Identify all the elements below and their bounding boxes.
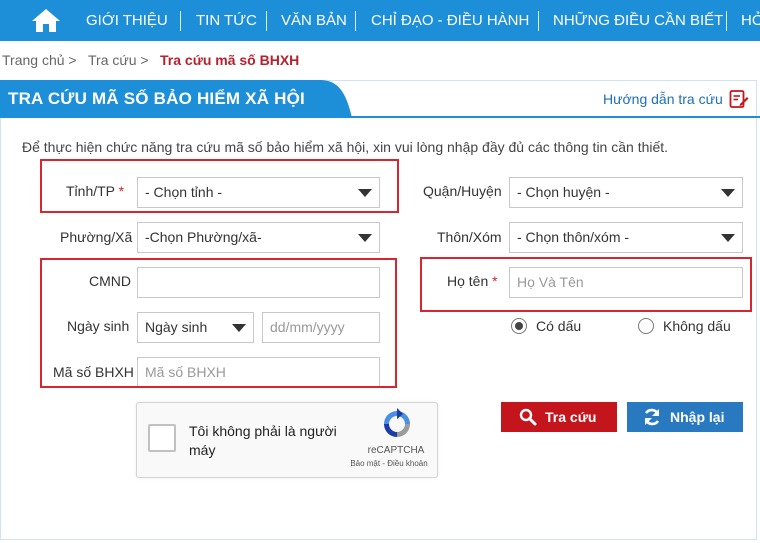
nav-item-directives[interactable]: CHỈ ĐẠO - ĐIỀU HÀNH xyxy=(371,0,529,41)
reset-button-label: Nhập lại xyxy=(670,409,725,425)
home-icon[interactable] xyxy=(30,7,62,34)
chevron-down-icon xyxy=(721,234,735,242)
accent-radio[interactable] xyxy=(511,318,527,334)
nav-separator xyxy=(355,11,356,31)
chevron-down-icon xyxy=(721,189,735,197)
village-select-value: - Chọn thôn/xóm - xyxy=(517,229,630,245)
village-select[interactable]: - Chọn thôn/xóm - xyxy=(509,222,743,253)
breadcrumb-lookup[interactable]: Tra cứu > xyxy=(88,52,149,68)
guide-link[interactable]: Hướng dẫn tra cứu xyxy=(603,91,723,107)
panel-title: TRA CỨU MÃ SỐ BẢO HIỂM XÃ HỘI xyxy=(8,89,305,108)
recaptcha-text: Tôi không phải là người máy xyxy=(189,423,337,458)
radio-selected-dot xyxy=(515,322,523,330)
recaptcha-brand: reCAPTCHA xyxy=(367,445,425,456)
highlight-box-province xyxy=(40,159,399,213)
recaptcha-terms[interactable]: Bảo mật - Điều khoản xyxy=(344,459,434,468)
nav-item-about[interactable]: GIỚI THIỆU xyxy=(86,0,168,41)
ward-select[interactable]: -Chọn Phường/xã- xyxy=(137,222,380,253)
nav-item-need-to-know[interactable]: NHỮNG ĐIỀU CẦN BIẾT xyxy=(553,0,723,41)
highlight-box-full-name xyxy=(420,257,752,312)
recaptcha-logo-icon xyxy=(384,408,410,437)
no-accent-option-label[interactable]: Không dấu xyxy=(663,318,731,334)
village-label: Thôn/Xóm xyxy=(437,229,502,245)
nav-separator xyxy=(266,11,267,31)
nav-separator xyxy=(180,11,181,31)
search-button-label: Tra cứu xyxy=(545,409,597,425)
district-label: Quận/Huyện xyxy=(423,183,502,199)
nav-separator xyxy=(726,11,727,31)
breadcrumb-home[interactable]: Trang chủ > xyxy=(2,52,77,68)
recaptcha-checkbox[interactable] xyxy=(148,424,176,452)
district-select[interactable]: - Chọn huyện - xyxy=(509,177,743,208)
intro-text: Để thực hiện chức năng tra cứu mã số bảo… xyxy=(22,139,669,155)
nav-separator xyxy=(538,11,539,31)
ward-label: Phường/Xã xyxy=(60,229,133,245)
district-select-value: - Chọn huyện - xyxy=(517,184,610,200)
highlight-box-personal-info xyxy=(40,258,397,388)
ward-select-value: -Chọn Phường/xã- xyxy=(145,229,262,245)
no-accent-radio[interactable] xyxy=(638,318,654,334)
reset-button[interactable]: Nhập lại xyxy=(627,402,743,432)
refresh-icon xyxy=(644,408,660,426)
nav-item-news[interactable]: TIN TỨC xyxy=(196,0,257,41)
search-button[interactable]: Tra cứu xyxy=(501,402,617,432)
accent-option-label[interactable]: Có dấu xyxy=(536,318,581,334)
breadcrumb-current: Tra cứu mã số BHXH xyxy=(160,52,300,68)
edit-document-icon[interactable] xyxy=(729,89,749,109)
nav-item-more[interactable]: HỎ xyxy=(741,0,760,41)
chevron-down-icon xyxy=(358,234,372,242)
nav-item-documents[interactable]: VĂN BẢN xyxy=(281,0,347,41)
search-icon xyxy=(519,408,537,426)
